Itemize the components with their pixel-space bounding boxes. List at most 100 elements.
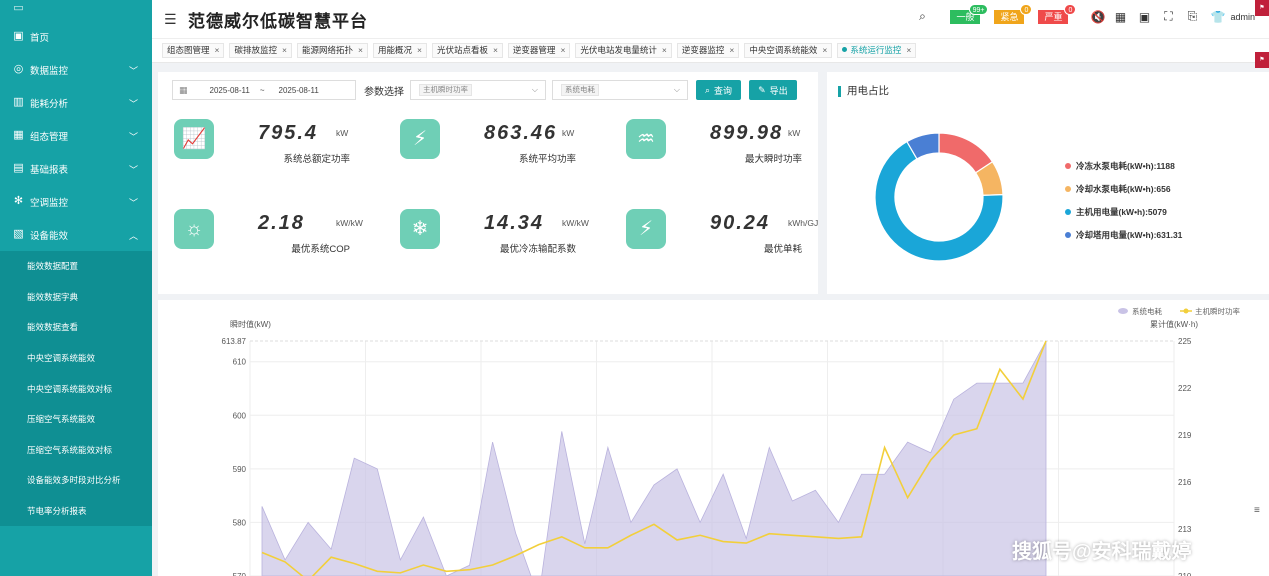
metric-select-value: 系统电耗 — [561, 84, 599, 96]
toolbox-icon[interactable]: ≡ — [1254, 505, 1260, 516]
sidebar-subitem-1[interactable]: 能效数据字典 — [0, 282, 152, 313]
snowflake-hex-icon: ❄ — [400, 209, 440, 249]
sidebar-item-5[interactable]: ✻ 空调监控 ﹀ — [0, 185, 152, 218]
sidebar-item-2[interactable]: ▥ 能耗分析 ﹀ — [0, 86, 152, 119]
tab-7[interactable]: 逆变器监控 × — [676, 43, 740, 58]
param-label: 参数选择 — [364, 86, 404, 98]
theme-shirt-icon[interactable]: 👕 — [1210, 10, 1225, 24]
alarm-badge-2[interactable]: 严重 0 — [1038, 3, 1077, 24]
grid-icon: ▦ — [13, 129, 24, 141]
tab-label: 能源网络拓扑 — [301, 45, 353, 55]
query-button[interactable]: ⌕ 查询 — [696, 80, 742, 100]
tab-5[interactable]: 逆变器管理 × — [507, 43, 571, 58]
tab-3[interactable]: 用能概况 × — [372, 43, 427, 58]
legend-label: 冷却水泵电耗(kW•h):656 — [1076, 183, 1171, 194]
topbar-actions: ⌕ 一般 99+ 紧急 0 严重 0 🔇 ▦ ▣ ⛶ ⎘ 👕 admin — [904, 3, 1255, 24]
alarm-badge-0[interactable]: 一般 99+ — [950, 3, 989, 24]
sidebar-item-3[interactable]: ▦ 组态管理 ﹀ — [0, 119, 152, 152]
sidebar-subitem-3[interactable]: 中央空调系统能效 — [0, 343, 152, 374]
export-button[interactable]: ✎ 导出 — [749, 80, 797, 100]
kpi-card: ♒ 899.98 kW 最大瞬时功率 — [610, 116, 820, 176]
tab-label: 中央空调系统能效 — [749, 45, 818, 55]
legend-item: 冷却塔用电量(kW•h):631.31 — [1065, 223, 1182, 246]
tab-6[interactable]: 光伏电站发电量统计 × — [575, 43, 672, 58]
fullscreen-icon[interactable]: ⛶ — [1162, 9, 1174, 24]
flag-icon[interactable]: ⚑ — [1255, 52, 1269, 68]
close-icon[interactable]: × — [282, 45, 287, 55]
left-tick-label: 590 — [233, 465, 247, 474]
alarm-count: 0 — [1020, 3, 1033, 15]
legend-dot — [1065, 185, 1071, 192]
start-date: 2025-08-11 — [209, 85, 250, 95]
kpi-value: 14.34 — [484, 212, 545, 234]
left-axis-label: 瞬时值(kW) — [230, 319, 271, 329]
close-icon[interactable]: × — [493, 45, 498, 55]
sidebar-item-4[interactable]: ▤ 基础报表 ﹀ — [0, 152, 152, 185]
mute-icon[interactable]: 🔇 — [1090, 10, 1105, 24]
tab-label: 系统运行监控 — [850, 45, 902, 55]
kpi-panel: ▦ 2025-08-11 ~ 2025-08-11 参数选择 主机瞬时功率 ⌵ … — [158, 72, 818, 294]
close-icon[interactable]: × — [906, 45, 911, 55]
sidebar-subitem-0[interactable]: 能效数据配置 — [0, 251, 152, 282]
tab-9[interactable]: 系统运行监控 × — [837, 43, 917, 58]
close-icon[interactable]: × — [822, 45, 827, 55]
left-tick-label: 610 — [233, 358, 247, 367]
document-icon: ▧ — [13, 228, 24, 240]
tab-0[interactable]: 组态图管理 × — [162, 43, 225, 58]
kpi-unit: kWh/GJ — [788, 218, 819, 228]
sidebar-subitem-8[interactable]: 节电率分析报表 — [0, 496, 152, 527]
screen-icon[interactable]: ▣ — [1138, 10, 1150, 24]
home-icon: ▣ — [13, 30, 24, 42]
kpi-label: 最优系统COP — [291, 244, 350, 255]
chevron-down-icon: ⌵ — [531, 85, 538, 94]
close-icon[interactable]: × — [417, 45, 422, 55]
sidebar-item-6[interactable]: ▧ 设备能效 ︿ — [0, 218, 152, 251]
sidebar-item-1[interactable]: ◎ 数据监控 ﹀ — [0, 53, 152, 86]
close-icon[interactable]: × — [560, 45, 565, 55]
qrcode-icon[interactable]: ▦ — [1114, 10, 1126, 24]
right-tick-label: 225 — [1178, 337, 1192, 346]
flag-icon[interactable]: ⚑ — [1255, 0, 1269, 16]
legend-dot — [1065, 162, 1071, 169]
param-select[interactable]: 主机瞬时功率 ⌵ — [410, 80, 546, 100]
tab-4[interactable]: 光伏站点看板 × — [431, 43, 503, 58]
kpi-card: ⚡ 90.24 kWh/GJ 最优单耗 — [610, 206, 820, 266]
tab-1[interactable]: 碳排放监控 × — [229, 43, 292, 58]
lightning-icon: ⚡ — [400, 119, 440, 159]
tab-2[interactable]: 能源网络拓扑 × — [296, 43, 368, 58]
date-range-picker[interactable]: ▦ 2025-08-11 ~ 2025-08-11 — [172, 80, 356, 100]
close-icon[interactable]: × — [662, 45, 667, 55]
topbar: ☰ 范德威尔低碳智慧平台 ⌕ 一般 99+ 紧急 0 严重 0 🔇 ▦ ▣ ⛶ ⎘ 👕 a… — [152, 0, 1269, 38]
close-icon[interactable]: × — [729, 45, 734, 55]
translate-icon[interactable]: ⎘ — [1186, 9, 1198, 24]
sidebar-subitem-7[interactable]: 设备能效多时段对比分析 — [0, 465, 152, 496]
sidebar-subitem-5[interactable]: 压缩空气系统能效 — [0, 404, 152, 435]
sidebar-subitem-2[interactable]: 能效数据查看 — [0, 312, 152, 343]
alarm-badge-1[interactable]: 紧急 0 — [994, 3, 1033, 24]
menu-toggle-icon[interactable]: ☰ — [164, 11, 180, 28]
kpi-value: 795.4 — [258, 122, 319, 144]
tab-label: 逆变器监控 — [681, 45, 725, 55]
monitor-icon: ◎ — [13, 63, 24, 75]
alarm-count: 99+ — [968, 3, 989, 15]
metric-select[interactable]: 系统电耗 ⌵ — [552, 80, 688, 100]
user-name[interactable]: admin — [1230, 12, 1255, 22]
legend-dot — [1065, 231, 1071, 238]
param-select-value: 主机瞬时功率 — [419, 84, 472, 96]
left-tick-label: 570 — [233, 572, 247, 576]
sidebar-item-0[interactable]: ▣ 首页 — [0, 20, 152, 53]
search-icon[interactable]: ⌕ — [916, 9, 928, 24]
pie-panel: 用电占比 冷冻水泵电耗(kW•h):1188 冷却水泵电耗(kW•h):656 主机… — [827, 72, 1269, 294]
chevron-down-icon: ﹀ — [128, 99, 138, 109]
kpi-value: 899.98 — [710, 122, 784, 144]
sidebar-item-partial[interactable]: ▭ — [0, 0, 152, 20]
app-title: 范德威尔低碳智慧平台 — [188, 11, 368, 31]
chevron-down-icon: ﹀ — [128, 66, 138, 76]
tab-8[interactable]: 中央空调系统能效 × — [744, 43, 833, 58]
sidebar-subitem-4[interactable]: 中央空调系统能效对标 — [0, 373, 152, 404]
close-icon[interactable]: × — [358, 45, 363, 55]
kpi-unit: kW — [336, 128, 349, 138]
kpi-unit: kW — [562, 128, 575, 138]
sidebar-subitem-6[interactable]: 压缩空气系统能效对标 — [0, 435, 152, 466]
close-icon[interactable]: × — [215, 45, 220, 55]
